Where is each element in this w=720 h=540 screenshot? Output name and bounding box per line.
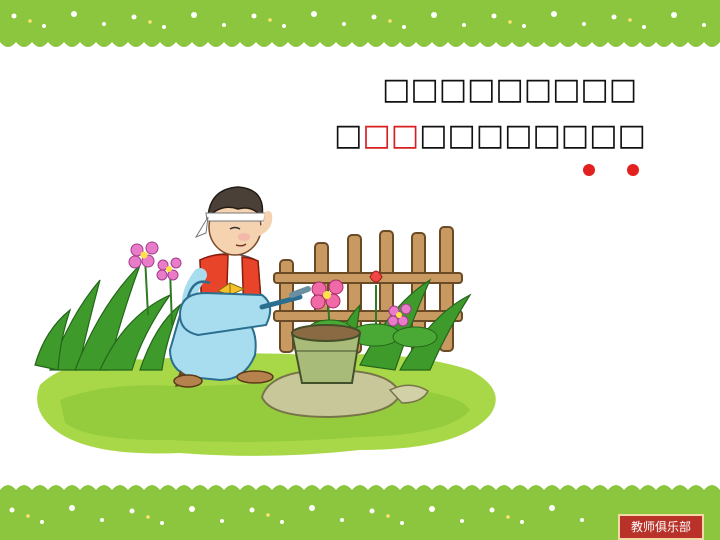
text-line-1: □□□□□□□□□ <box>382 72 638 107</box>
top-scallop-edge <box>0 36 720 47</box>
emphasis-dot <box>627 164 639 176</box>
boy-watering-plant-illustration <box>34 186 496 456</box>
bottom-border-dots <box>9 505 584 525</box>
emphasis-dot <box>583 164 595 176</box>
teacher-club-logo[interactable]: 教师俱乐部 <box>618 514 704 540</box>
text-line-2-rest: □□□□□□□□ <box>419 118 646 153</box>
slide: □□□□□□□□□ □□□□□□□□□□□ 教师俱乐部 <box>0 0 720 540</box>
top-border-dots <box>11 11 706 29</box>
text-line-2: □□□□□□□□□□□ <box>334 118 646 154</box>
text-line-2-lead: □ <box>334 118 363 153</box>
text-line-2-highlight: □□ <box>362 118 420 153</box>
